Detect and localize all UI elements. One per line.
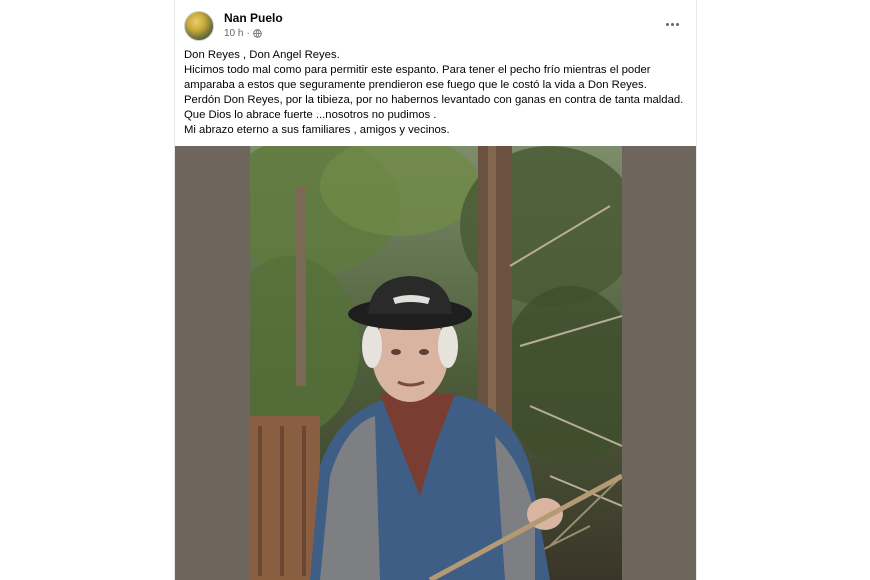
post-media[interactable]	[175, 146, 696, 580]
post-text-line: amparaba a estos que seguramente prendie…	[184, 79, 647, 91]
author-avatar[interactable]	[184, 11, 214, 41]
post-photo[interactable]	[250, 146, 622, 580]
post-timestamp[interactable]: 10 h	[224, 28, 243, 39]
post-text-line: Hicimos todo mal como para permitir este…	[184, 64, 651, 76]
more-dot	[675, 22, 679, 26]
more-options-button[interactable]	[661, 15, 683, 33]
post-text-line: Que Dios lo abrace fuerte ...nosotros no…	[184, 109, 437, 121]
post-text-line: Don Reyes , Don Angel Reyes.	[184, 49, 340, 61]
globe-icon	[253, 29, 262, 38]
facebook-post: Nan Puelo 10 h · Don Reyes , Don Angel R…	[174, 0, 697, 580]
more-dot	[670, 22, 674, 26]
post-text: Don Reyes , Don Angel Reyes. Hicimos tod…	[184, 48, 689, 138]
more-options-icon	[665, 22, 669, 26]
post-header: Nan Puelo 10 h ·	[184, 9, 689, 43]
photo-illustration	[250, 146, 622, 580]
post-text-line: Mi abrazo eterno a sus familiares , amig…	[184, 124, 450, 136]
post-text-line: Perdón Don Reyes, por la tibieza, por no…	[184, 94, 684, 106]
post-meta: 10 h ·	[224, 28, 262, 39]
author-name[interactable]: Nan Puelo	[224, 11, 283, 25]
meta-separator: ·	[246, 28, 250, 39]
